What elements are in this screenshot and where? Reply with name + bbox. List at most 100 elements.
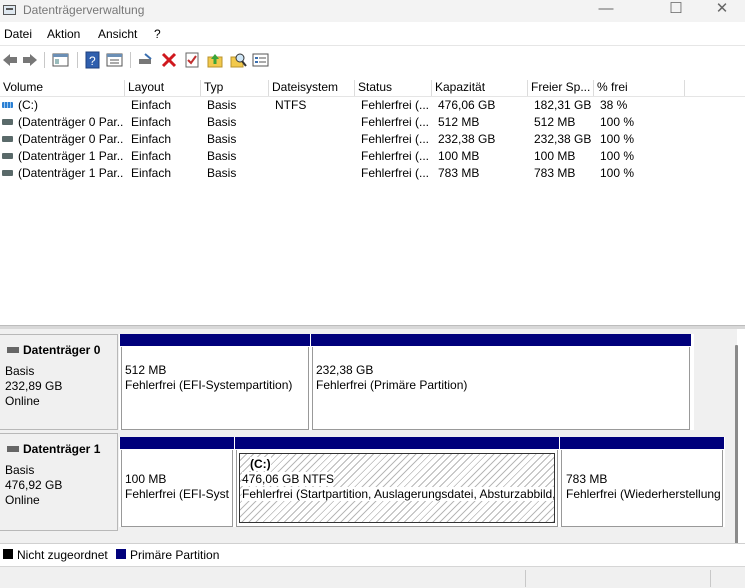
forward-icon[interactable] [21,51,39,69]
partition-block[interactable]: 100 MB Fehlerfrei (EFI-Syst [120,437,234,527]
partition-size: 783 MB [566,472,608,486]
cell-prozent-frei: 100 % [600,166,635,180]
cell-freier-speicher: 783 MB [534,166,576,180]
volume-drive-icon [2,153,13,159]
check-icon[interactable] [183,51,201,69]
back-icon[interactable] [1,51,19,69]
cell-kapazitaet: 100 MB [438,149,480,163]
partition-block[interactable]: 512 MB Fehlerfrei (EFI-Systempartition) [120,334,310,430]
table-row[interactable]: (C:) Einfach Basis NTFS Fehlerfrei (... … [0,97,745,114]
column-header-freier-speicher[interactable]: Freier Sp... [528,80,594,96]
menu-bar: Datei Aktion Ansicht ? [0,22,745,44]
menu-datei[interactable]: Datei [4,27,32,41]
table-row[interactable]: (Datenträger 1 Par... Einfach Basis Fehl… [0,148,745,165]
connect-disk-icon[interactable] [137,51,155,69]
status-separator [710,570,711,587]
cell-kapazitaet: 512 MB [438,115,480,129]
toolbar-separator [77,52,78,68]
disk-graphical-view: Datenträger 0 Basis 232,89 GB Online 512… [0,329,737,543]
cell-status: Fehlerfrei (... [361,149,430,163]
cell-kapazitaet: 783 MB [438,166,480,180]
disk-icon [7,347,19,353]
partition-status: Fehlerfrei (EFI-Syst [125,487,230,501]
disk-0-label[interactable]: Datenträger 0 Basis 232,89 GB Online [0,334,118,430]
cell-volume: (Datenträger 0 Par... [18,132,123,146]
table-row[interactable]: (Datenträger 0 Par... Einfach Basis Fehl… [0,114,745,131]
toolbar: ? [0,45,745,75]
partition-status: Fehlerfrei (EFI-Systempartition) [125,378,293,392]
column-header-prozent-frei[interactable]: % frei [594,80,685,96]
cell-prozent-frei: 38 % [600,98,628,112]
console-tree-icon[interactable] [52,51,70,69]
column-header-layout[interactable]: Layout [125,80,201,96]
cell-freier-speicher: 182,31 GB [534,98,592,112]
status-separator [525,570,526,587]
svg-text:?: ? [89,54,96,68]
legend-unallocated: Nicht zugeordnet [17,548,108,562]
menu-ansicht[interactable]: Ansicht [98,27,137,41]
primary-partition-bar [235,437,559,449]
primary-partition-swatch [116,549,126,559]
volume-drive-icon [2,136,13,142]
disk-state: Online [5,493,40,507]
selection-hatch: (C:) 476,06 GB NTFS Fehlerfrei (Startpar… [239,453,555,523]
window-title: Datenträgerverwaltung [23,3,145,17]
cell-freier-speicher: 232,38 GB [534,132,592,146]
disk-0-partitions: 512 MB Fehlerfrei (EFI-Systempartition) … [119,334,694,430]
up-folder-icon[interactable] [206,51,224,69]
cell-status: Fehlerfrei (... [361,115,430,129]
cell-layout: Einfach [131,98,172,112]
cell-layout: Einfach [131,132,172,146]
cell-status: Fehlerfrei (... [361,132,430,146]
properties-icon[interactable] [106,51,124,69]
table-row[interactable]: (Datenträger 0 Par... Einfach Basis Fehl… [0,131,745,148]
vertical-scrollbar[interactable] [735,345,738,545]
disk-management-app-icon [3,5,16,15]
cell-typ: Basis [207,98,237,112]
cell-typ: Basis [207,115,237,129]
legend-primary-partition: Primäre Partition [130,548,220,562]
disk-icon [7,446,19,452]
partition-block-selected[interactable]: (C:) 476,06 GB NTFS Fehlerfrei (Startpar… [235,437,559,527]
cell-status: Fehlerfrei (... [361,166,430,180]
column-header-status[interactable]: Status [355,80,432,96]
disk-name: Datenträger 1 [23,442,101,456]
close-button[interactable]: ✕ [699,0,745,22]
cell-status: Fehlerfrei (... [361,98,430,112]
partition-size: 232,38 GB [316,363,374,377]
cell-dateisystem: NTFS [275,98,307,112]
menu-aktion[interactable]: Aktion [47,27,80,41]
volume-drive-icon [2,102,13,108]
partition-size: 512 MB [125,363,167,377]
cell-volume: (Datenträger 0 Par... [18,115,123,129]
disk-type: Basis [5,364,35,378]
disk-name: Datenträger 0 [23,343,101,357]
primary-partition-bar [311,334,691,346]
cell-volume: (Datenträger 1 Par... [18,149,123,163]
cell-layout: Einfach [131,149,172,163]
primary-partition-bar [560,437,724,449]
cell-layout: Einfach [131,166,172,180]
cell-layout: Einfach [131,115,172,129]
disk-size: 232,89 GB [5,379,63,393]
menu-help[interactable]: ? [154,27,161,41]
disk-type: Basis [5,463,35,477]
table-row[interactable]: (Datenträger 1 Par... Einfach Basis Fehl… [0,165,745,182]
column-header-kapazitaet[interactable]: Kapazität [432,80,528,96]
partition-block[interactable]: 783 MB Fehlerfrei (Wiederherstellung [560,437,724,527]
list-view-icon[interactable] [252,51,270,69]
delete-icon[interactable] [160,51,178,69]
maximize-button[interactable]: ☐ [653,0,699,22]
legend: Nicht zugeordnet Primäre Partition [0,543,745,566]
disk-1-label[interactable]: Datenträger 1 Basis 476,92 GB Online [0,433,118,531]
status-bar [0,566,745,588]
minimize-button[interactable]: — [583,0,629,22]
partition-label: (C:) [250,457,271,471]
search-icon[interactable] [229,51,247,69]
cell-typ: Basis [207,149,237,163]
column-header-dateisystem[interactable]: Dateisystem [269,80,355,96]
partition-block[interactable]: 232,38 GB Fehlerfrei (Primäre Partition) [311,334,691,430]
column-header-typ[interactable]: Typ [201,80,269,96]
help-icon[interactable]: ? [84,51,102,69]
column-header-volume[interactable]: Volume [0,80,125,96]
